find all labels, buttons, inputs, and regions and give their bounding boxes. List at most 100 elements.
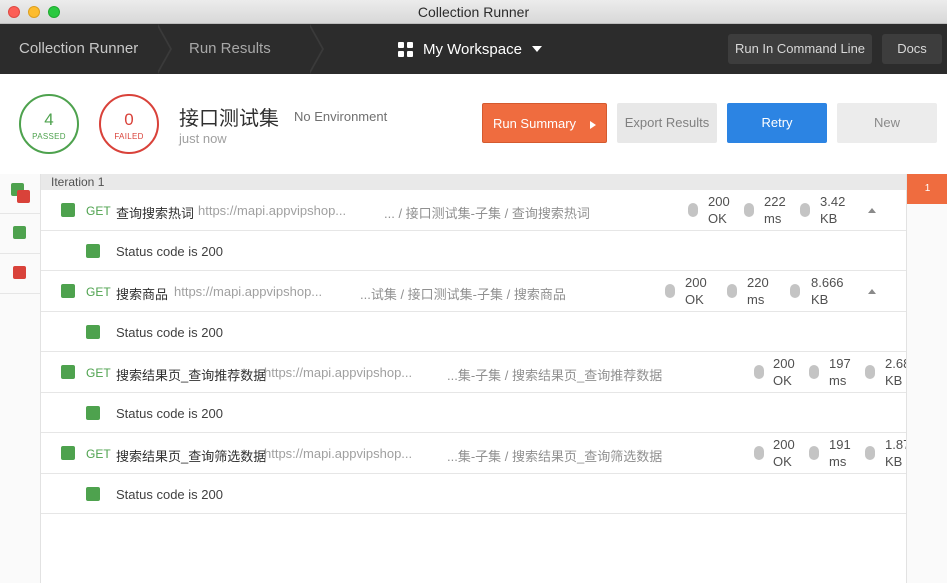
passed-filter-icon [13,226,26,239]
failed-filter-icon [13,266,26,279]
request-name: 搜索商品 [116,287,169,302]
failed-counter: 0 FAILED [99,94,159,154]
request-url: https://mapi.appvipshop... [264,446,413,461]
test-name: Status code is 200 [116,325,223,340]
time-value: 222 [764,194,786,209]
new-button[interactable]: New [837,103,937,143]
filter-passed[interactable] [0,214,40,254]
status-dot [665,284,675,298]
time-unit: ms [764,211,782,226]
size-dot [800,203,810,217]
request-path: ...集-子集 / 搜索结果页_查询推荐数据 [447,368,663,383]
status-code-value: 200 [685,275,707,290]
time-value: 191 [829,437,851,452]
status-dot [754,365,764,379]
failed-label: FAILED [114,132,144,141]
status-text: OK [773,454,792,469]
test-name: Status code is 200 [116,244,223,259]
response-time: 197 ms [829,355,851,389]
retry-button[interactable]: Retry [727,103,827,143]
status-dot [754,446,764,460]
time-unit: ms [829,454,847,469]
status-code: 200 OK [773,436,795,470]
iteration-rail: 1 [906,174,947,583]
breadcrumb-run-results[interactable]: Run Results [189,24,271,74]
run-header: 4 PASSED 0 FAILED 接口测试集 No Environment j… [0,74,947,174]
request-method: GET [86,285,111,299]
size-value: 8.666 [811,275,844,290]
breadcrumb-separator-fill [308,24,322,74]
test-row: Status code is 200 [41,474,906,514]
export-results-button[interactable]: Export Results [617,103,717,143]
request-path: ...试集 / 接口测试集-子集 / 搜索商品 [360,287,566,302]
response-size: 1.87 KB [885,436,906,470]
status-code: 200 OK [773,355,795,389]
top-navbar: Collection Runner Run Results My Workspa… [0,24,947,74]
request-path: ... / 接口测试集-子集 / 查询搜索热词 [384,206,590,221]
response-size: 8.666 KB [811,274,844,308]
test-row: Status code is 200 [41,231,906,271]
collapse-caret-icon[interactable] [868,208,876,213]
filter-failed[interactable] [0,254,40,294]
collection-name: 接口测试集 [179,108,279,130]
size-dot [865,446,875,460]
request-method: GET [86,447,111,461]
window-titlebar: Collection Runner [0,0,947,24]
request-row[interactable]: GET 搜索结果页_查询筛选数据 https://mapi.appvipshop… [41,433,906,474]
passed-counter: 4 PASSED [19,94,79,154]
test-row: Status code is 200 [41,312,906,352]
environment-label: No Environment [294,109,388,124]
status-code-value: 200 [773,437,795,452]
response-size: 2.68 KB [885,355,906,389]
size-unit: KB [885,454,903,469]
request-row[interactable]: GET 搜索结果页_查询推荐数据 https://mapi.appvipshop… [41,352,906,393]
size-value: 1.87 [885,437,906,452]
passed-count: 4 [44,110,54,129]
chevron-down-icon [531,46,542,52]
results-list: GET 查询搜索热词 https://mapi.appvipshop... ..… [41,190,906,583]
time-unit: ms [747,292,765,307]
run-summary-button[interactable]: Run Summary [482,103,607,143]
workspace-selector[interactable]: My Workspace [398,24,542,74]
breadcrumb-separator-fill [156,24,170,74]
request-path: ...集-子集 / 搜索结果页_查询筛选数据 [447,449,663,464]
filter-gutter [0,174,41,583]
all-fail-icon [17,190,30,203]
request-row[interactable]: GET 搜索商品 https://mapi.appvipshop... ...试… [41,271,906,312]
pass-status-icon [61,365,75,379]
response-size: 3.42 KB [820,193,845,227]
collapse-caret-icon[interactable] [868,289,876,294]
pass-status-icon [61,284,75,298]
play-icon [590,120,597,129]
breadcrumb-collection-runner[interactable]: Collection Runner [19,24,138,74]
run-timestamp: just now [179,131,227,146]
pass-status-icon [61,203,75,217]
status-code: 200 OK [685,274,707,308]
size-dot [790,284,800,298]
test-name: Status code is 200 [116,487,223,502]
request-method: GET [86,366,111,380]
test-row: Status code is 200 [41,393,906,433]
run-summary-label: Run Summary [492,116,577,131]
request-url: https://mapi.appvipshop... [264,365,413,380]
filter-all[interactable] [0,174,40,214]
iteration-header: Iteration 1 [41,174,906,190]
test-pass-icon [86,406,100,420]
iteration-badge[interactable]: 1 [907,174,947,204]
window-title: Collection Runner [417,4,530,20]
size-dot [865,365,875,379]
request-name: 搜索结果页_查询筛选数据 [116,449,267,464]
request-method: GET [86,204,111,218]
time-unit: ms [829,373,847,388]
status-text: OK [773,373,792,388]
request-name: 查询搜索热词 [116,206,195,221]
passed-label: PASSED [32,132,66,141]
docs-button[interactable]: Docs [882,34,942,64]
run-in-command-line-button[interactable]: Run In Command Line [728,34,872,64]
request-row[interactable]: GET 查询搜索热词 https://mapi.appvipshop... ..… [41,190,906,231]
status-code-value: 200 [708,194,730,209]
response-time: 220 ms [747,274,769,308]
size-unit: KB [811,292,829,307]
status-dot [688,203,698,217]
test-name: Status code is 200 [116,406,223,421]
